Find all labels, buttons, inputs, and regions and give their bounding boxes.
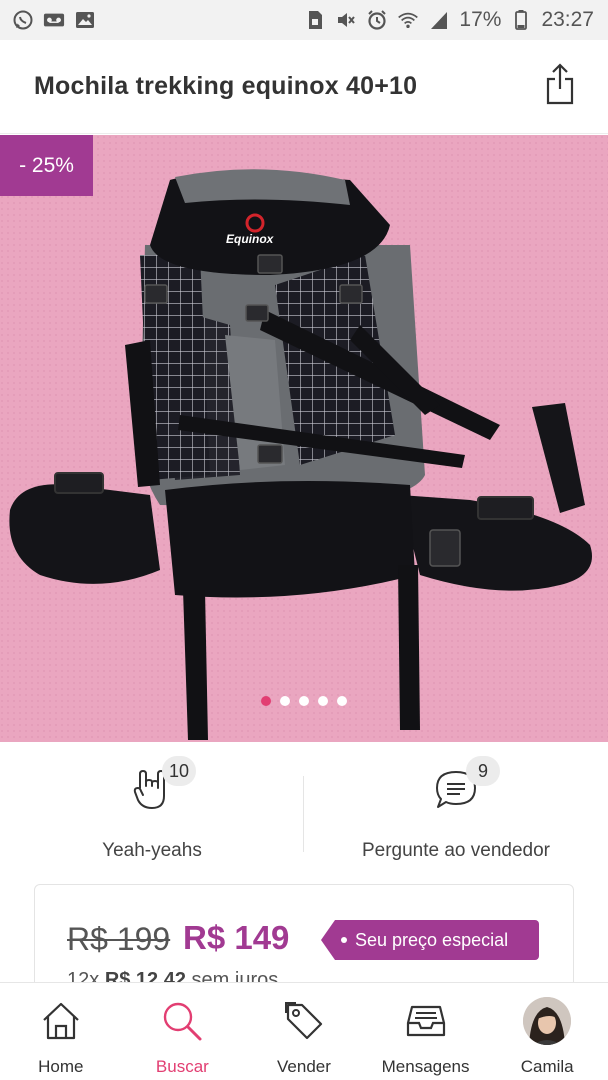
- status-right: 17% 23:27: [304, 8, 594, 32]
- battery-icon: [510, 9, 532, 31]
- inbox-icon: [402, 997, 450, 1045]
- nav-item-vender[interactable]: Vender: [243, 983, 365, 1080]
- product-photo: Equinox: [0, 135, 608, 742]
- avatar-image: [523, 997, 572, 1045]
- carousel-dot[interactable]: [299, 696, 309, 706]
- nav-label-mensagens: Mensagens: [381, 1057, 470, 1076]
- nav-label-vender: Vender: [277, 1057, 331, 1076]
- wifi-icon: [397, 9, 419, 31]
- page-title: Mochila trekking equinox 40+10: [34, 72, 418, 100]
- clock: 23:27: [541, 8, 594, 31]
- yeah-yeahs-button[interactable]: 10 Yeah-yeahs: [0, 742, 304, 882]
- bottom-nav: Home Buscar Vender Mensagens Camila: [0, 982, 608, 1080]
- discount-badge: - 25%: [0, 135, 93, 196]
- price-tag-icon: [280, 997, 328, 1045]
- share-icon: [545, 63, 575, 110]
- status-bar: 17% 23:27: [0, 0, 608, 40]
- alarm-icon: [366, 9, 388, 31]
- nav-label-home: Home: [38, 1057, 84, 1076]
- sim-icon: [304, 9, 326, 31]
- carousel-dot[interactable]: [318, 696, 328, 706]
- search-icon: [158, 997, 206, 1045]
- yeah-yeahs-label: Yeah-yeahs: [102, 840, 202, 861]
- ask-icon-wrap: 9: [426, 756, 500, 822]
- carousel-dot[interactable]: [280, 696, 290, 706]
- home-icon: [37, 997, 85, 1045]
- battery-percent: 17%: [459, 8, 502, 31]
- mute-icon: [335, 9, 357, 31]
- avatar: [523, 997, 572, 1045]
- action-row: 10 Yeah-yeahs 9 Pergunte ao vendedor: [0, 742, 608, 882]
- carousel-dots: [0, 696, 608, 706]
- signal-icon: [428, 9, 450, 31]
- new-price: R$ 149: [183, 919, 290, 956]
- image-icon: [74, 9, 96, 31]
- nav-label-profile: Camila: [520, 1057, 574, 1076]
- status-left: [12, 9, 96, 31]
- ask-seller-button[interactable]: 9 Pergunte ao vendedor: [304, 742, 608, 882]
- carousel-dot[interactable]: [337, 696, 347, 706]
- nav-item-profile[interactable]: Camila: [486, 983, 608, 1080]
- nav-item-mensagens[interactable]: Mensagens: [365, 983, 487, 1080]
- yeah-icon-wrap: 10: [122, 756, 196, 822]
- nav-label-buscar: Buscar: [155, 1057, 209, 1076]
- yeah-count-badge: 10: [162, 756, 196, 786]
- ask-seller-label: Pergunte ao vendedor: [361, 840, 551, 861]
- nav-item-buscar[interactable]: Buscar: [122, 983, 244, 1080]
- header: Mochila trekking equinox 40+10: [0, 40, 608, 134]
- brand-logo-text: Equinox: [226, 232, 275, 246]
- whatsapp-icon: [12, 9, 34, 31]
- ask-count-badge: 9: [466, 756, 500, 786]
- voicemail-icon: [43, 9, 65, 31]
- old-price: R$ 199: [67, 921, 171, 957]
- carousel-dot[interactable]: [261, 696, 271, 706]
- product-image-gallery[interactable]: Equinox - 25%: [0, 135, 608, 742]
- special-price-tag[interactable]: Seu preço especial: [321, 920, 539, 960]
- nav-item-home[interactable]: Home: [0, 983, 122, 1080]
- share-button[interactable]: [540, 63, 580, 111]
